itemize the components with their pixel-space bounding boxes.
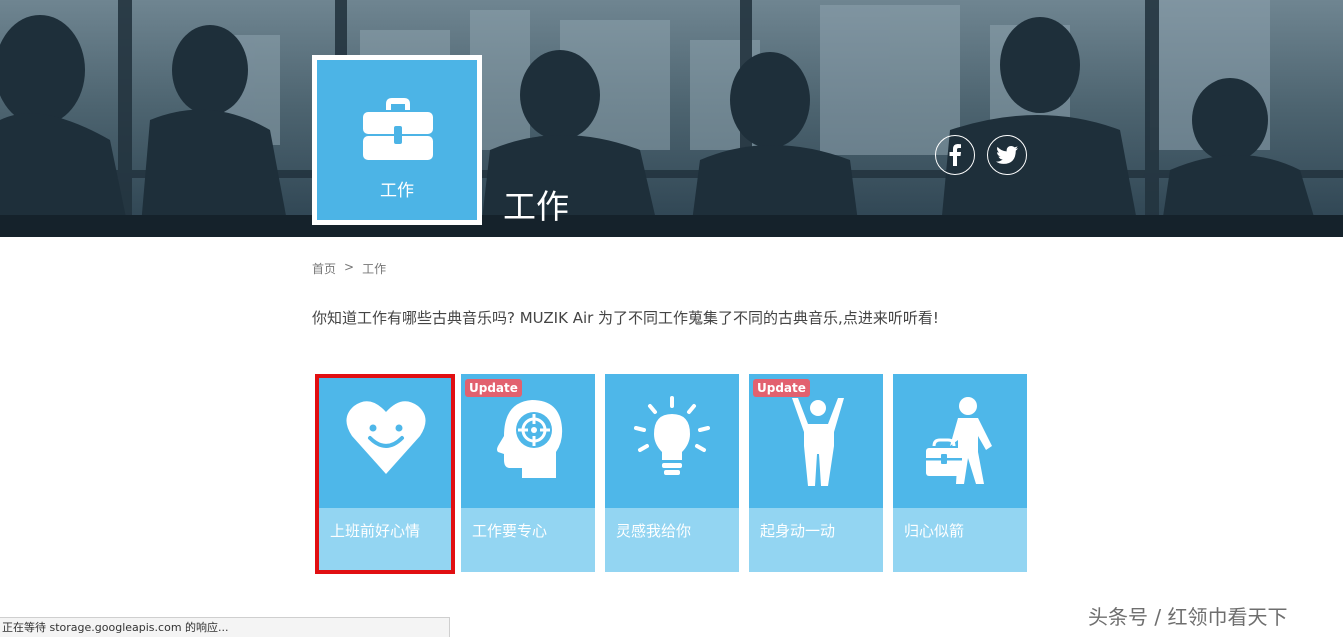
briefcase-icon (363, 98, 433, 160)
card-image: Update (461, 374, 595, 508)
office-background-image (0, 0, 1343, 237)
playlist-card-stretch[interactable]: Update 起身动一动 (749, 374, 883, 572)
breadcrumb-home-link[interactable]: 首页 (312, 260, 336, 277)
person-with-briefcase-icon (926, 397, 992, 484)
breadcrumb-current[interactable]: 工作 (362, 260, 386, 277)
focused-head-icon (497, 400, 563, 478)
category-tile-label: 工作 (380, 181, 414, 201)
intro-text: 你知道工作有哪些古典音乐吗? MUZIK Air 为了不同工作蒐集了不同的古典音… (312, 309, 939, 327)
card-label: 灵感我给你 (616, 522, 692, 540)
playlist-card-inspiration[interactable]: 灵感我给你 (605, 374, 739, 572)
breadcrumb: 首页 > 工作 (312, 260, 386, 277)
watermark: 头条号 / 红领巾看天下 (1088, 605, 1288, 629)
update-badge: Update (753, 379, 810, 397)
browser-status-bar: 正在等待 storage.googleapis.com 的响应... (0, 617, 450, 637)
playlist-card-focus[interactable]: Update 工作要专心 (461, 374, 595, 572)
playlist-card-go-home[interactable]: 归心似箭 (893, 374, 1027, 572)
card-image: Update (749, 374, 883, 508)
card-label: 起身动一动 (760, 522, 836, 540)
hero-banner: 工作 工作 (0, 0, 1343, 237)
category-tile: 工作 (312, 55, 482, 225)
card-label: 上班前好心情 (330, 522, 421, 540)
lightbulb-icon (634, 396, 710, 475)
category-tile-inner: 工作 (317, 60, 477, 220)
card-label: 工作要专心 (472, 522, 548, 540)
card-image (605, 374, 739, 508)
person-stretching-icon (792, 398, 844, 486)
card-label: 归心似箭 (904, 522, 965, 540)
playlist-card-good-mood[interactable]: 上班前好心情 (319, 374, 453, 572)
facebook-share-button[interactable] (935, 135, 975, 175)
smiling-heart-icon (346, 401, 426, 474)
card-image (893, 374, 1027, 508)
twitter-icon (996, 146, 1018, 164)
breadcrumb-separator: > (344, 260, 355, 274)
page-title: 工作 (503, 187, 569, 226)
facebook-icon (949, 144, 961, 166)
twitter-share-button[interactable] (987, 135, 1027, 175)
card-image (319, 374, 453, 508)
update-badge: Update (465, 379, 522, 397)
